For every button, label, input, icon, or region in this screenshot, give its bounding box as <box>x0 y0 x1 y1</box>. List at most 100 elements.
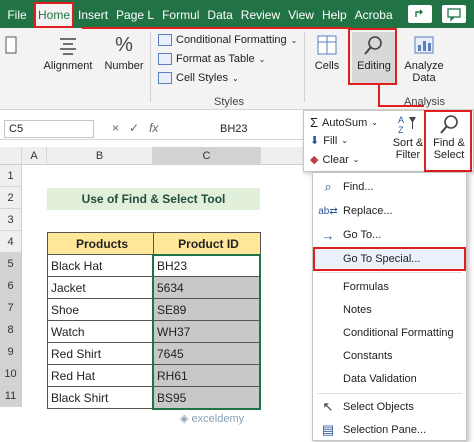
tab-view[interactable]: View <box>284 2 318 28</box>
sort-filter-label-1: Sort & <box>392 137 424 149</box>
menu-divider <box>317 393 462 394</box>
select-all-corner[interactable] <box>0 147 22 165</box>
product-cell[interactable]: Black Shirt <box>47 386 154 409</box>
watermark-text: exceldemy <box>191 413 245 425</box>
chevron-down-icon: ⌄ <box>258 54 266 64</box>
tab-home[interactable]: Home <box>34 2 75 28</box>
menu-item-formulas[interactable]: Formulas <box>313 275 466 299</box>
product-cell[interactable]: Jacket <box>47 276 154 299</box>
sheet-title-cell[interactable]: Use of Find & Select Tool <box>47 188 260 210</box>
row-header[interactable]: 9 <box>0 341 22 363</box>
tab-review[interactable]: Review <box>237 2 284 28</box>
clipboard-group-partial[interactable] <box>0 32 22 60</box>
number-label: Number <box>104 60 144 72</box>
table-header-product-id[interactable]: Product ID <box>153 232 261 255</box>
comments-button[interactable] <box>442 5 466 23</box>
menu-item-data-validation[interactable]: Data Validation <box>313 367 466 391</box>
ribbon-home: Alignment % Number Conditional Formattin… <box>0 28 474 110</box>
analyze-data-label-1: Analyze <box>404 60 444 72</box>
fx-icon[interactable]: fx <box>149 121 158 135</box>
column-header-a[interactable]: A <box>22 147 47 165</box>
product-id-cell[interactable]: SE89 <box>153 298 261 321</box>
product-cell[interactable]: Red Shirt <box>47 342 154 365</box>
row-header[interactable]: 4 <box>0 231 22 253</box>
row-header[interactable]: 2 <box>0 187 22 209</box>
table-row: Watch WH37 <box>47 320 261 343</box>
formula-input[interactable]: BH23 <box>220 120 248 138</box>
alignment-button[interactable]: Alignment <box>38 32 98 72</box>
row-header[interactable]: 6 <box>0 275 22 297</box>
column-header-b[interactable]: B <box>47 147 153 165</box>
menu-item-replace[interactable]: ab⇄ Replace... <box>313 199 466 223</box>
cell-styles-button[interactable]: Cell Styles ⌄ <box>158 72 239 84</box>
tab-page-layout[interactable]: Page L <box>112 2 158 28</box>
share-button[interactable] <box>408 5 432 23</box>
fill-button[interactable]: ⬇ Fill ⌄ <box>310 134 348 148</box>
sort-filter-button[interactable]: AZ Sort & Filter <box>388 113 428 161</box>
product-id-cell[interactable]: BS95 <box>153 386 261 409</box>
row-header[interactable]: 7 <box>0 297 22 319</box>
row-header[interactable]: 5 <box>0 253 22 275</box>
watermark-logo-icon: ◈ <box>180 413 189 425</box>
product-cell[interactable]: Black Hat <box>47 254 154 277</box>
menu-item-find[interactable]: ⌕ Find... <box>313 175 466 199</box>
selection-pane-icon: ▤ <box>321 422 335 437</box>
row-header[interactable]: 11 <box>0 385 22 407</box>
clear-button[interactable]: ◆ Clear ⌄ <box>310 153 360 167</box>
analyze-data-label-2: Data <box>412 72 436 84</box>
chevron-down-icon: ⌄ <box>352 155 360 164</box>
check-icon[interactable]: ✓ <box>129 121 149 135</box>
table-header-products[interactable]: Products <box>47 232 154 255</box>
table-row: Shoe SE89 <box>47 298 261 321</box>
row-header[interactable]: 8 <box>0 319 22 341</box>
format-as-table-label: Format as Table <box>176 53 255 65</box>
sigma-icon: Σ <box>310 115 319 130</box>
number-button[interactable]: % Number <box>102 32 146 73</box>
product-id-cell[interactable]: RH61 <box>153 364 261 387</box>
autosum-button[interactable]: Σ AutoSum ⌄ <box>310 115 378 130</box>
menu-item-goto-special[interactable]: Go To Special... <box>313 247 466 271</box>
product-cell[interactable]: Watch <box>47 320 154 343</box>
percent-icon: % <box>115 33 133 56</box>
menu-item-conditional-formatting[interactable]: Conditional Formatting <box>313 321 466 345</box>
conditional-formatting-button[interactable]: Conditional Formatting ⌄ <box>158 34 297 46</box>
row-header[interactable]: 3 <box>0 209 22 231</box>
menu-item-constants[interactable]: Constants <box>313 344 466 368</box>
column-header-c[interactable]: C <box>153 147 261 165</box>
product-cell[interactable]: Red Hat <box>47 364 154 387</box>
product-id-cell[interactable]: 5634 <box>153 276 261 299</box>
name-box[interactable]: C5 <box>4 120 94 138</box>
menu-item-label: Constants <box>343 350 393 362</box>
svg-text:Z: Z <box>398 125 404 135</box>
menu-item-select-objects[interactable]: ↖ Select Objects <box>313 395 466 419</box>
row-headers: 1 2 3 4 5 6 7 8 9 10 11 <box>0 165 22 407</box>
menu-item-goto[interactable]: → Go To... <box>313 223 466 247</box>
tab-file[interactable]: File <box>0 2 34 28</box>
product-id-cell[interactable]: BH23 <box>153 254 261 277</box>
product-id-cell[interactable]: WH37 <box>153 320 261 343</box>
tab-insert[interactable]: Insert <box>74 2 112 28</box>
close-icon[interactable]: × <box>112 121 129 135</box>
clipboard-icon <box>2 32 20 58</box>
product-cell[interactable]: Shoe <box>47 298 154 321</box>
arrow-right-icon: → <box>321 227 335 243</box>
cells-button[interactable]: Cells <box>308 32 346 72</box>
analyze-data-icon <box>410 32 438 58</box>
tab-data[interactable]: Data <box>203 2 236 28</box>
row-header[interactable]: 10 <box>0 363 22 385</box>
cells-label: Cells <box>314 60 340 72</box>
menu-item-notes[interactable]: Notes <box>313 298 466 322</box>
tab-help[interactable]: Help <box>318 2 351 28</box>
tab-formulas[interactable]: Formul <box>158 2 203 28</box>
cell-styles-icon <box>158 72 172 84</box>
tab-acrobat[interactable]: Acroba <box>351 2 397 28</box>
analyze-data-button[interactable]: Analyze Data <box>402 32 446 84</box>
row-header[interactable]: 1 <box>0 165 22 187</box>
format-as-table-button[interactable]: Format as Table ⌄ <box>158 53 265 65</box>
eraser-icon: ◆ <box>310 154 319 166</box>
table-row: Jacket 5634 <box>47 276 261 299</box>
product-id-cell[interactable]: 7645 <box>153 342 261 365</box>
menu-item-selection-pane[interactable]: ▤ Selection Pane... <box>313 418 466 442</box>
annotation-arrow <box>378 85 380 107</box>
menu-divider <box>317 272 462 273</box>
